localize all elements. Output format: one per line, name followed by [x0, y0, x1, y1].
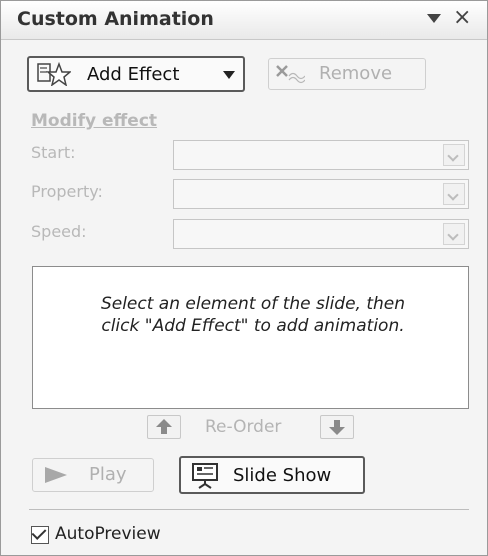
reorder-label: Re-Order: [205, 417, 282, 437]
autopreview-checkbox[interactable]: [31, 525, 49, 544]
add-effect-dropdown-icon: [223, 71, 235, 79]
speed-dropdown[interactable]: [173, 219, 469, 249]
chevron-down-icon[interactable]: [443, 183, 465, 205]
start-dropdown[interactable]: [173, 140, 469, 170]
chevron-down-icon[interactable]: [443, 223, 465, 245]
property-dropdown[interactable]: [173, 179, 469, 209]
empty-list-hint: Select an element of the slide, then cli…: [53, 293, 453, 337]
move-up-button[interactable]: [147, 415, 181, 439]
autopreview-label[interactable]: AutoPreview: [55, 524, 161, 544]
chevron-down-icon[interactable]: [443, 144, 465, 166]
remove-effect-icon: [276, 65, 305, 84]
start-label: Start:: [31, 143, 76, 162]
speed-label: Speed:: [31, 222, 87, 241]
slide-show-label: Slide Show: [233, 465, 332, 486]
slide-show-button[interactable]: Slide Show: [179, 456, 365, 494]
divider: [29, 509, 469, 510]
move-down-button[interactable]: [320, 415, 354, 439]
play-label: Play: [89, 464, 127, 485]
remove-label: Remove: [319, 63, 393, 84]
modify-effect-heading: Modify effect: [31, 111, 158, 131]
play-button[interactable]: Play: [32, 458, 154, 492]
custom-animation-pane: Custom Animation × Add Effect Remove Mod…: [0, 0, 488, 556]
pane-title: Custom Animation: [17, 8, 214, 30]
animation-list[interactable]: Select an element of the slide, then cli…: [32, 266, 469, 409]
hint-line-2: click "Add Effect" to add animation.: [101, 316, 405, 336]
add-effect-button[interactable]: Add Effect: [27, 56, 245, 92]
remove-button[interactable]: Remove: [268, 58, 426, 90]
slideshow-icon: [192, 463, 218, 489]
property-label: Property:: [31, 182, 103, 201]
checkmark-icon: [31, 525, 47, 540]
hint-line-1: Select an element of the slide, then: [100, 294, 406, 314]
pane-options-dropdown-icon[interactable]: [427, 14, 441, 23]
arrow-up-icon: [156, 419, 172, 434]
arrow-down-icon: [329, 420, 345, 435]
play-icon: [45, 467, 67, 483]
pane-close-icon[interactable]: ×: [453, 5, 471, 31]
add-effect-label: Add Effect: [87, 64, 180, 85]
pane-title-bar: Custom Animation ×: [1, 1, 487, 40]
star-effect-icon: [37, 62, 71, 86]
